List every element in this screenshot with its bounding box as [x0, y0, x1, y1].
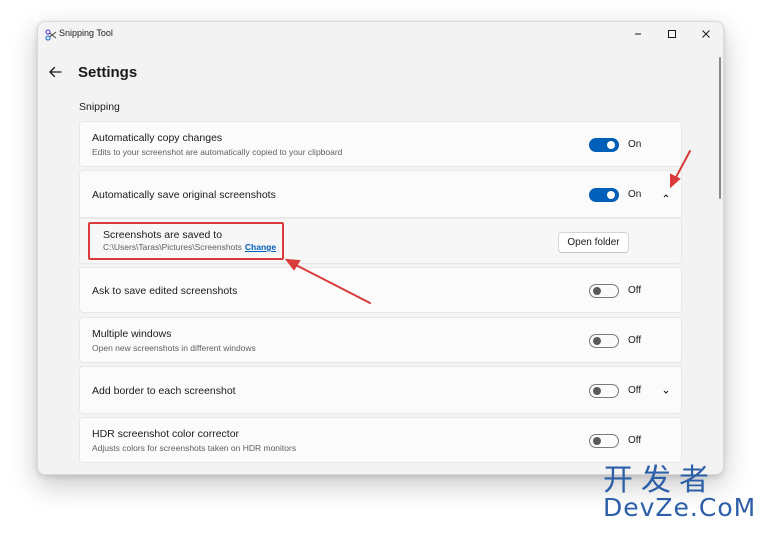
snipping-tool-icon	[45, 28, 57, 41]
toggle-knob	[607, 191, 615, 199]
watermark-en: DevZe.CoM	[603, 493, 757, 522]
toggle-state: Off	[628, 335, 642, 346]
setting-auto-copy: Automatically copy changes Edits to your…	[79, 121, 682, 167]
toggle-knob	[593, 287, 601, 295]
minimize-button[interactable]	[621, 22, 655, 46]
save-location-highlight	[88, 222, 284, 260]
auto-save-toggle[interactable]	[589, 188, 619, 202]
auto-copy-toggle[interactable]	[589, 138, 619, 152]
minimize-icon	[635, 33, 641, 35]
setting-label: Add border to each screenshot	[92, 385, 236, 397]
setting-hdr-corrector: HDR screenshot color corrector Adjusts c…	[79, 417, 682, 463]
setting-label: Ask to save edited screenshots	[92, 285, 238, 297]
setting-add-border[interactable]: Add border to each screenshot Off	[79, 366, 682, 414]
watermark: 开发者 DevZe.CoM	[603, 465, 757, 525]
page-title: Settings	[78, 64, 138, 81]
toggle-state: Off	[628, 435, 642, 446]
setting-auto-save[interactable]: Automatically save original screenshots …	[79, 170, 682, 218]
setting-description: Open new screenshots in different window…	[92, 343, 256, 353]
add-border-toggle[interactable]	[589, 384, 619, 398]
toggle-knob	[607, 141, 615, 149]
open-folder-button[interactable]: Open folder	[558, 232, 629, 253]
toggle-state: Off	[628, 385, 642, 396]
back-arrow-icon[interactable]	[47, 64, 63, 80]
setting-label: Multiple windows	[92, 328, 172, 340]
toggle-state: On	[628, 139, 642, 150]
setting-description: Adjusts colors for screenshots taken on …	[92, 443, 297, 453]
setting-ask-to-save: Ask to save edited screenshots Off	[79, 267, 682, 313]
setting-label: Automatically copy changes	[92, 132, 223, 144]
setting-label: HDR screenshot color corrector	[92, 428, 240, 440]
setting-label: Automatically save original screenshots	[92, 189, 276, 201]
setting-description: Edits to your screenshot are automatical…	[92, 147, 343, 157]
ask-to-save-toggle[interactable]	[589, 284, 619, 298]
scrollbar[interactable]	[719, 57, 721, 199]
maximize-icon	[668, 30, 676, 38]
chevron-up-icon[interactable]	[661, 191, 671, 201]
hdr-corrector-toggle[interactable]	[589, 434, 619, 448]
setting-multiple-windows: Multiple windows Open new screenshots in…	[79, 317, 682, 363]
toggle-knob	[593, 387, 601, 395]
maximize-button[interactable]	[655, 22, 689, 46]
chevron-down-icon[interactable]	[661, 387, 671, 397]
toggle-knob	[593, 437, 601, 445]
window-title: Snipping Tool	[59, 28, 113, 38]
section-title: Snipping	[79, 101, 120, 113]
toggle-state: Off	[628, 285, 642, 296]
close-icon	[702, 30, 710, 38]
title-bar[interactable]: Snipping Tool	[38, 22, 723, 46]
toggle-state: On	[628, 189, 642, 200]
multiple-windows-toggle[interactable]	[589, 334, 619, 348]
toggle-knob	[593, 337, 601, 345]
close-button[interactable]	[689, 22, 723, 46]
